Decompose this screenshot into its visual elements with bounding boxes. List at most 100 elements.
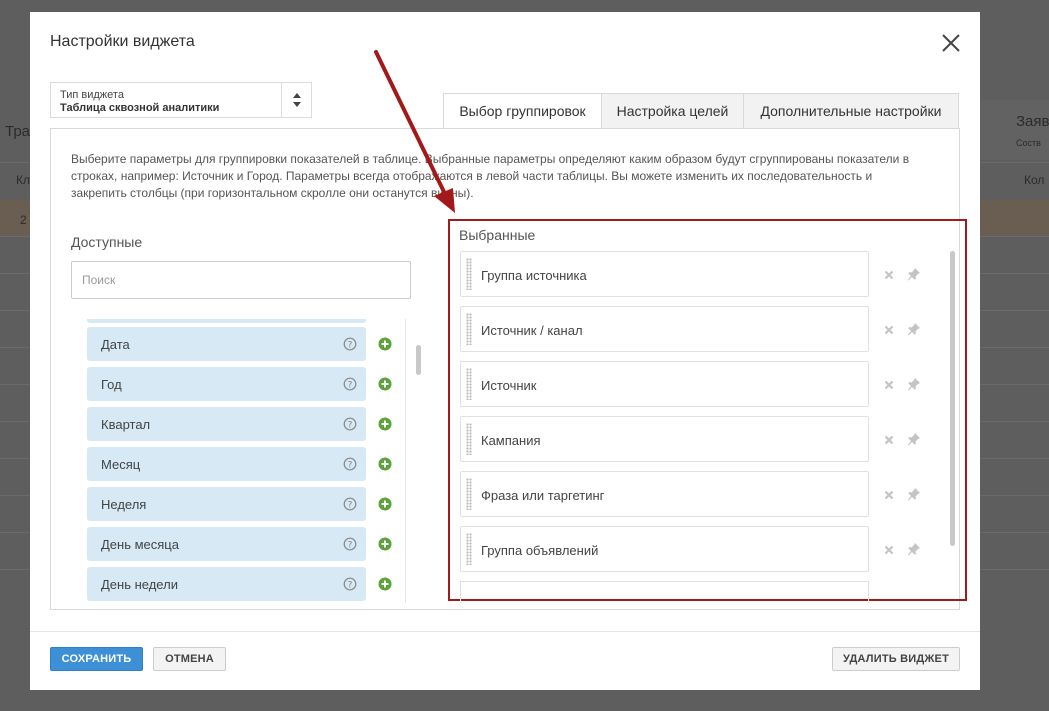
help-icon[interactable]: ? — [343, 577, 357, 591]
svg-text:?: ? — [348, 500, 353, 510]
cancel-button[interactable]: ОТМЕНА — [153, 647, 226, 671]
plus-circle-icon[interactable] — [378, 537, 392, 551]
available-scrollbar[interactable] — [416, 345, 421, 375]
remove-icon[interactable] — [883, 269, 895, 281]
plus-circle-icon[interactable] — [378, 497, 392, 511]
available-item-year[interactable]: Год ? — [87, 367, 366, 401]
pin-icon[interactable] — [907, 267, 921, 281]
selected-item-campaign[interactable]: Кампания — [460, 416, 869, 462]
tab-grouping[interactable]: Выбор группировок — [443, 93, 602, 129]
drag-handle-icon[interactable] — [466, 368, 472, 400]
bg-header-area — [980, 100, 1049, 160]
available-item-week[interactable]: Неделя ? — [87, 487, 366, 521]
drag-handle-icon[interactable] — [466, 313, 472, 345]
widget-type-select[interactable]: Тип виджета Таблица сквозной аналитики — [50, 82, 312, 118]
close-icon[interactable] — [940, 32, 962, 54]
remove-icon[interactable] — [883, 379, 895, 391]
available-item-label: Квартал — [101, 417, 151, 432]
svg-text:?: ? — [348, 580, 353, 590]
drag-handle-icon[interactable] — [466, 533, 472, 565]
bg-title-fragment: Тра — [5, 123, 31, 140]
footer-divider — [30, 631, 980, 632]
grouping-panel: Выберите параметры для группировки показ… — [50, 128, 967, 610]
selected-item-source-channel[interactable]: Источник / канал — [460, 306, 869, 352]
pin-icon[interactable] — [907, 322, 921, 336]
selected-item-label: Кампания — [481, 433, 541, 448]
remove-icon[interactable] — [883, 324, 895, 336]
selected-item-source-group[interactable]: Группа источника — [460, 251, 869, 297]
delete-widget-button[interactable]: УДАЛИТЬ ВИДЖЕТ — [832, 647, 960, 671]
help-icon[interactable]: ? — [343, 457, 357, 471]
widget-type-toggle[interactable] — [281, 83, 311, 117]
selected-item-label: Источник / канал — [481, 323, 583, 338]
available-item-day-of-week[interactable]: День недели ? — [87, 567, 366, 601]
bg-subtitle-fragment: Соств — [1016, 138, 1041, 148]
remove-icon[interactable] — [883, 489, 895, 501]
selected-item-ad-group[interactable]: Группа объявлений — [460, 526, 869, 572]
drag-handle-icon[interactable] — [466, 478, 472, 510]
settings-tabs: Выбор группировок Настройка целей Дополн… — [443, 93, 959, 129]
bg-cell-fragment: 2 — [20, 213, 27, 227]
available-item-label: День месяца — [101, 537, 179, 552]
pin-icon[interactable] — [907, 377, 921, 391]
svg-text:?: ? — [348, 540, 353, 550]
bg-highlight-row — [980, 200, 1049, 236]
available-list: Дата ? Год ? Квартал ? Месяц ? Неделя ? — [87, 319, 407, 603]
pin-icon[interactable] — [907, 487, 921, 501]
remove-icon[interactable] — [883, 434, 895, 446]
selected-item-label: Фраза или таргетинг — [481, 488, 605, 503]
sort-arrows-icon — [293, 93, 301, 107]
available-item-label: Дата — [101, 337, 130, 352]
drag-handle-icon[interactable] — [466, 258, 472, 290]
svg-text:?: ? — [348, 420, 353, 430]
available-item-month[interactable]: Месяц ? — [87, 447, 366, 481]
available-item-date[interactable]: Дата ? — [87, 327, 366, 361]
pin-icon[interactable] — [907, 432, 921, 446]
help-icon[interactable]: ? — [343, 497, 357, 511]
widget-type-value: Таблица сквозной аналитики — [60, 102, 220, 114]
available-item-label: Неделя — [101, 497, 147, 512]
available-item-day-of-month[interactable]: День месяца ? — [87, 527, 366, 561]
list-item-partial — [87, 319, 366, 323]
list-item-partial — [460, 581, 869, 601]
widget-settings-modal: Настройки виджета Тип виджета Таблица ск… — [30, 12, 980, 690]
svg-text:?: ? — [348, 460, 353, 470]
plus-circle-icon[interactable] — [378, 337, 392, 351]
selected-item-phrase-targeting[interactable]: Фраза или таргетинг — [460, 471, 869, 517]
bg-column-fragment: Кл — [16, 173, 30, 187]
help-icon[interactable]: ? — [343, 377, 357, 391]
selected-item-label: Группа объявлений — [481, 543, 599, 558]
save-button[interactable]: СОХРАНИТЬ — [50, 647, 143, 671]
selected-scrollbar[interactable] — [950, 251, 955, 546]
selected-item-source[interactable]: Источник — [460, 361, 869, 407]
widget-type-label: Тип виджета — [60, 89, 124, 101]
plus-circle-icon[interactable] — [378, 457, 392, 471]
svg-text:?: ? — [348, 380, 353, 390]
list-divider — [405, 319, 406, 603]
bg-column-fragment: Кол — [1024, 173, 1045, 187]
available-item-label: Год — [101, 377, 122, 392]
pin-icon[interactable] — [907, 542, 921, 556]
help-icon[interactable]: ? — [343, 537, 357, 551]
plus-circle-icon[interactable] — [378, 377, 392, 391]
selected-item-label: Источник — [481, 378, 537, 393]
available-title: Доступные — [71, 234, 143, 250]
selected-area-highlight: Выбранные Группа источника Источник / ка… — [448, 219, 967, 601]
selected-title: Выбранные — [459, 227, 536, 243]
tab-additional[interactable]: Дополнительные настройки — [744, 93, 959, 129]
plus-circle-icon[interactable] — [378, 417, 392, 431]
available-item-quarter[interactable]: Квартал ? — [87, 407, 366, 441]
grouping-description: Выберите параметры для группировки показ… — [71, 152, 910, 200]
remove-icon[interactable] — [883, 544, 895, 556]
available-item-label: Месяц — [101, 457, 141, 472]
available-item-label: День недели — [101, 577, 178, 592]
search-input[interactable] — [71, 261, 411, 299]
tab-goals[interactable]: Настройка целей — [602, 93, 744, 129]
bg-title-fragment: Заяв — [1016, 113, 1049, 130]
help-icon[interactable]: ? — [343, 417, 357, 431]
svg-text:?: ? — [348, 340, 353, 350]
plus-circle-icon[interactable] — [378, 577, 392, 591]
drag-handle-icon[interactable] — [466, 423, 472, 455]
modal-title: Настройки виджета — [50, 33, 195, 50]
help-icon[interactable]: ? — [343, 337, 357, 351]
